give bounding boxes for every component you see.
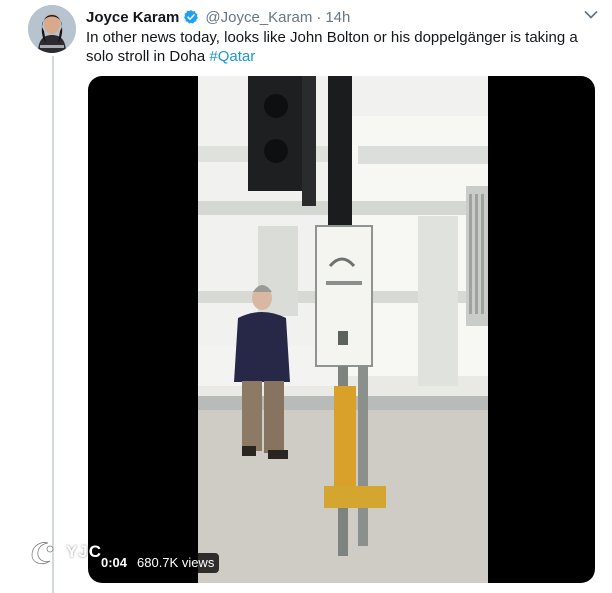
verified-badge-icon bbox=[184, 10, 199, 24]
video-frame bbox=[198, 76, 488, 583]
hashtag-link[interactable]: #Qatar bbox=[209, 48, 255, 65]
author-handle[interactable]: @Joyce_Karam bbox=[205, 9, 312, 26]
tweet-card: Joyce Karam @Joyce_Karam · 14h In other … bbox=[0, 0, 612, 593]
yjc-logo-icon bbox=[31, 542, 61, 565]
watermark-text: YJC bbox=[66, 542, 103, 561]
tweet-timestamp[interactable]: 14h bbox=[325, 9, 350, 26]
author-name[interactable]: Joyce Karam bbox=[86, 9, 179, 26]
tweet-text: In other news today, looks like John Bol… bbox=[86, 28, 591, 66]
tweet-text-body: In other news today, looks like John Bol… bbox=[86, 29, 578, 65]
avatar[interactable] bbox=[28, 5, 76, 53]
video-view-count: 680.7K views bbox=[132, 553, 220, 573]
tweet-header: Joyce Karam @Joyce_Karam · 14h bbox=[86, 6, 350, 28]
video-scene-image bbox=[198, 76, 488, 583]
avatar-image bbox=[28, 5, 76, 53]
chevron-down-icon[interactable] bbox=[584, 10, 598, 20]
video-player[interactable]: 0:04 680.7K views bbox=[88, 76, 595, 583]
separator-dot: · bbox=[316, 8, 322, 26]
watermark: YJC bbox=[28, 537, 102, 567]
thread-line bbox=[52, 56, 54, 593]
